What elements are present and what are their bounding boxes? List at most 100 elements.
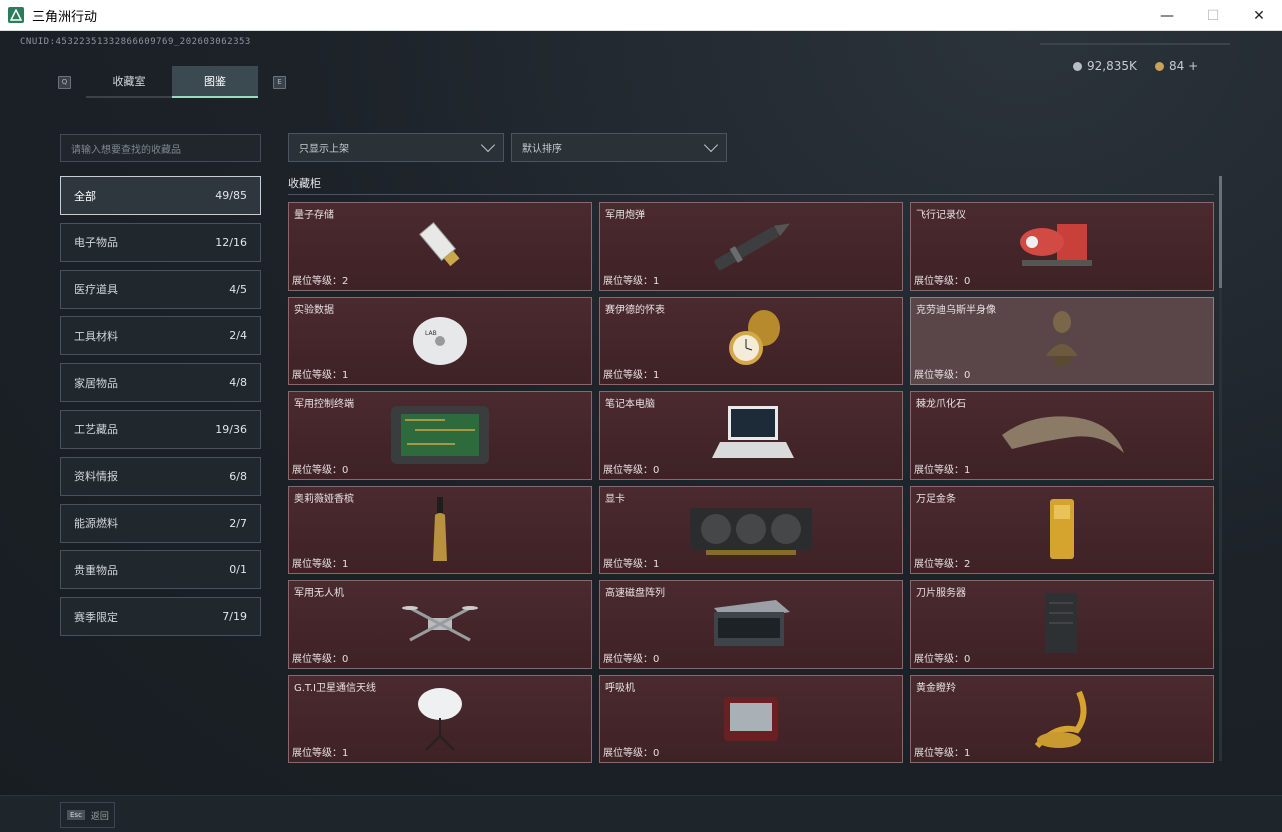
circuit-board-icon <box>370 400 510 470</box>
collection-card[interactable]: 军用控制终端 展位等级：0 <box>288 391 592 480</box>
svg-text:LAB: LAB <box>425 330 437 337</box>
disc-icon: LAB <box>370 306 510 376</box>
category-count: 2/4 <box>229 329 247 343</box>
sort-value: 默认排序 <box>522 144 562 155</box>
category-intel[interactable]: 资料情报 6/8 <box>60 456 261 496</box>
collection-card[interactable]: G.T.I卫星通信天线 展位等级：1 <box>288 674 592 763</box>
category-electronics[interactable]: 电子物品 12/16 <box>60 222 261 262</box>
disk-array-icon <box>681 589 821 659</box>
card-item-name: 克劳迪乌斯半身像 <box>916 304 996 316</box>
category-count: 6/8 <box>229 469 247 483</box>
card-item-name: 笔记本电脑 <box>605 399 655 410</box>
show-filter-value: 只显示上架 <box>299 144 349 155</box>
category-count: 7/19 <box>222 610 247 624</box>
scrollbar-thumb[interactable] <box>1219 176 1222 288</box>
category-all[interactable]: 全部 49/85 <box>60 176 261 215</box>
card-booth-level: 展位等级：1 <box>914 748 971 759</box>
card-booth-level: 展位等级：0 <box>914 653 971 665</box>
show-filter-dropdown[interactable]: 只显示上架 <box>288 133 504 162</box>
minimize-button[interactable]: — <box>1144 0 1190 31</box>
back-button[interactable]: Esc 返回 <box>60 802 115 828</box>
gold-bar-icon <box>992 495 1132 565</box>
category-season[interactable]: 赛季限定 7/19 <box>60 597 261 637</box>
divider <box>1040 43 1230 45</box>
card-booth-level: 展位等级：1 <box>603 370 660 381</box>
collection-card[interactable]: 克劳迪乌斯半身像 展位等级：0 <box>910 296 1214 385</box>
server-icon <box>992 589 1132 659</box>
card-booth-level: 展位等级：2 <box>914 559 971 570</box>
category-household[interactable]: 家居物品 4/8 <box>60 363 261 403</box>
collection-card[interactable]: 高速磁盘阵列 展位等级：0 <box>599 580 903 669</box>
category-label: 资料情报 <box>74 470 118 484</box>
card-booth-level: 展位等级：1 <box>603 559 660 570</box>
bust-icon <box>992 306 1132 376</box>
category-valuables[interactable]: 贵重物品 0/1 <box>60 550 261 590</box>
silver-currency-value: 92,835K <box>1087 59 1137 73</box>
collection-card[interactable]: 奥莉薇娅香槟 展位等级：1 <box>288 485 592 574</box>
collection-card[interactable]: 棘龙爪化石 展位等级：1 <box>910 391 1214 480</box>
card-item-name: 军用控制终端 <box>294 399 354 410</box>
window-titlebar: 三角洲行动 — ☐ ✕ <box>0 0 1282 31</box>
collection-card[interactable]: 量子存储 展位等级：2 <box>288 202 592 291</box>
artillery-shell-icon <box>681 211 821 281</box>
card-item-name: 量子存储 <box>294 210 334 221</box>
card-item-name: 奥莉薇娅香槟 <box>294 493 354 505</box>
collection-card[interactable]: 飞行记录仪 展位等级：0 <box>910 202 1214 291</box>
game-area: CNUID:4532235133286660976​9_202603062353… <box>0 31 1282 832</box>
category-label: 家居物品 <box>74 376 118 390</box>
collection-card[interactable]: 军用炮弹展位等级：1 <box>599 202 903 291</box>
tab-collection-room[interactable]: 收藏室 <box>86 66 172 98</box>
category-label: 贵重物品 <box>74 563 118 577</box>
close-button[interactable]: ✕ <box>1236 0 1282 31</box>
maximize-button[interactable]: ☐ <box>1190 0 1236 31</box>
card-booth-level: 展位等级：1 <box>603 275 660 287</box>
silver-coin-icon <box>1073 61 1082 71</box>
card-item-name: 军用炮弹 <box>605 210 645 221</box>
collection-card[interactable]: 万足金条 展位等级：2 <box>910 485 1214 574</box>
uid-label: CNUID:4532235133286660976​9_202603062353 <box>20 37 251 47</box>
usb-drive-icon <box>370 211 510 281</box>
flight-recorder-icon <box>992 211 1132 281</box>
drone-icon <box>370 589 510 659</box>
laptop-icon <box>681 400 821 470</box>
category-tools[interactable]: 工具材料 2/4 <box>60 316 261 356</box>
card-item-name: 高速磁盘阵列 <box>605 588 665 599</box>
collection-card[interactable]: 显卡 展位等级：1 <box>599 485 903 574</box>
card-booth-level: 展位等级：0 <box>292 653 349 665</box>
collection-card[interactable]: 黄金瞪羚 展位等级：1 <box>910 674 1214 763</box>
category-energy[interactable]: 能源燃料 2/7 <box>60 503 261 543</box>
card-item-name: 呼吸机 <box>605 682 635 694</box>
gold-coin-icon <box>1155 61 1164 71</box>
collection-card[interactable]: 笔记本电脑 展位等级：0 <box>599 391 903 480</box>
graphics-card-icon <box>681 495 821 565</box>
card-item-name: 刀片服务器 <box>916 588 966 599</box>
section-title: 收藏柜 <box>288 177 321 190</box>
card-booth-level: 展位等级：1 <box>292 370 349 381</box>
gold-currency[interactable]: 84 + <box>1155 59 1198 73</box>
category-count: 4/5 <box>229 282 247 296</box>
tab-catalog[interactable]: 图鉴 <box>172 66 258 98</box>
collection-card[interactable]: 呼吸机展位等级：0 <box>599 674 903 763</box>
champagne-bottle-icon <box>370 495 510 565</box>
card-item-name: 赛伊德的怀表 <box>605 304 665 316</box>
sort-dropdown[interactable]: 默认排序 <box>511 133 727 162</box>
footer-bar: Esc 返回 <box>0 795 1282 832</box>
category-label: 全部 <box>74 189 96 203</box>
collection-card[interactable]: 军用无人机 展位等级：0 <box>288 580 592 669</box>
esc-key-hint: Esc <box>67 810 85 820</box>
category-medical[interactable]: 医疗道具 4/5 <box>60 269 261 309</box>
card-item-name: 实验数据 <box>294 304 334 316</box>
category-label: 医疗道具 <box>74 283 118 297</box>
search-input[interactable]: 请输入想要查找的收藏品 <box>60 134 261 162</box>
card-booth-level: 展位等级：1 <box>292 559 349 570</box>
card-booth-level: 展位等级：0 <box>603 748 660 759</box>
category-crafts[interactable]: 工艺藏品 19/36 <box>60 409 261 449</box>
category-label: 工艺藏品 <box>74 423 118 437</box>
category-count: 12/16 <box>215 235 247 249</box>
silver-currency: 92,835K <box>1073 59 1137 73</box>
collection-card[interactable]: 实验数据 LAB 展位等级：1 <box>288 296 592 385</box>
back-label: 返回 <box>90 811 109 822</box>
collection-card[interactable]: 刀片服务器展位等级：0 <box>910 580 1214 669</box>
card-booth-level: 展位等级：0 <box>603 653 660 665</box>
collection-card[interactable]: 赛伊德的怀表 展位等级：1 <box>599 296 903 385</box>
